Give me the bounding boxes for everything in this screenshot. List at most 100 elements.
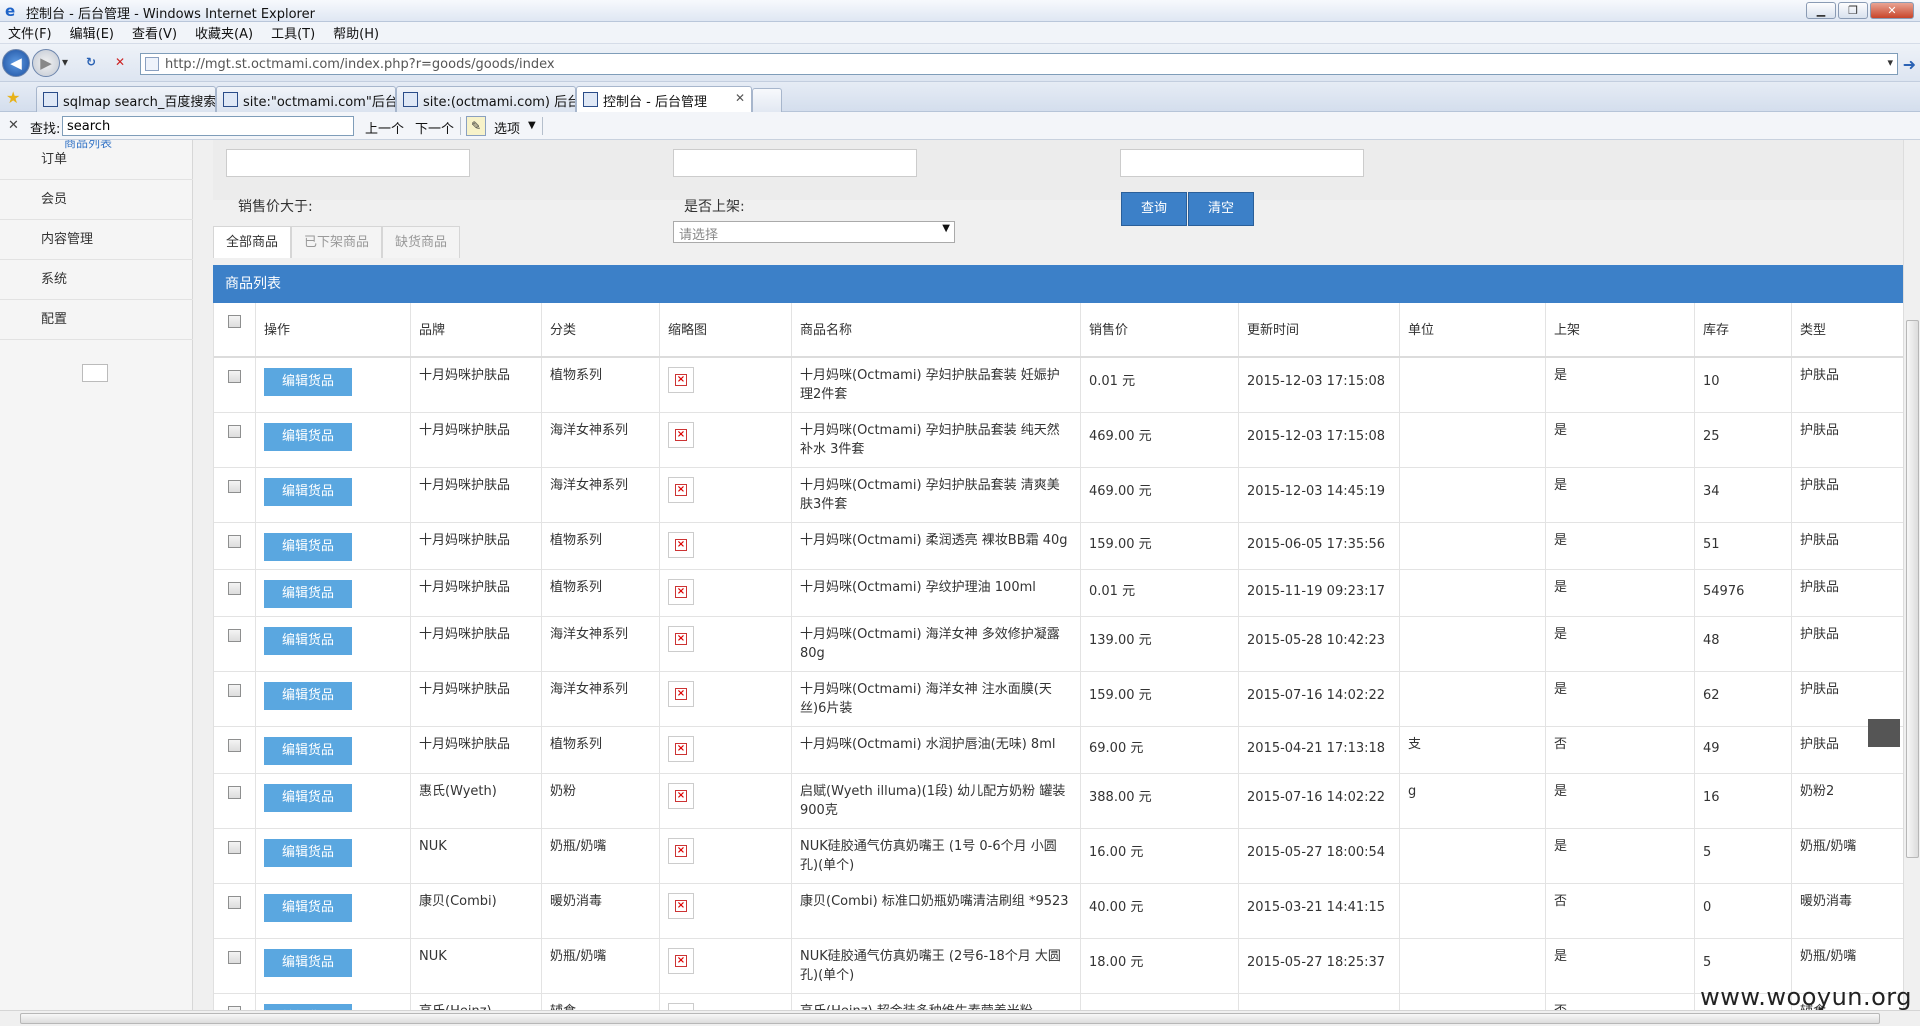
row-checkbox[interactable] (228, 425, 241, 438)
row-type: 护肤品 (1800, 368, 1840, 383)
row-checkbox[interactable] (228, 370, 241, 383)
clear-button[interactable]: 清空 (1188, 192, 1254, 226)
query-button[interactable]: 查询 (1121, 192, 1187, 226)
row-stock: 51 (1695, 523, 1792, 569)
table-row: 编辑货品 十月妈咪护肤品 海洋女神系列 × 十月妈咪(Octmami) 海洋女神 注水面… (214, 672, 1904, 727)
row-price: 18.00 元 (1081, 939, 1239, 993)
sidebar-item-content[interactable]: 内容管理 (0, 220, 193, 260)
edit-goods-button[interactable]: 编辑货品 (264, 894, 352, 922)
close-button[interactable]: ✕ (1870, 2, 1914, 19)
tab-site-search-1[interactable]: site:"octmami.com"后台_... (216, 86, 396, 112)
stop-icon[interactable]: ✕ (115, 55, 125, 69)
filter-input-3[interactable] (1120, 149, 1364, 177)
maximize-button[interactable]: ❐ (1838, 2, 1868, 19)
row-checkbox[interactable] (228, 786, 241, 799)
row-type: 护肤品 (1800, 533, 1840, 548)
menu-file[interactable]: 文件(F) (8, 23, 52, 42)
edit-goods-button[interactable]: 编辑货品 (264, 682, 352, 710)
menu-edit[interactable]: 编辑(E) (70, 23, 114, 42)
row-name: 亨氏(Heinz) 超金装多种维生素营养米粉 (792, 994, 1081, 1010)
address-dropdown-icon[interactable]: ▾ (1887, 56, 1893, 69)
edit-goods-button[interactable]: 编辑货品 (264, 949, 352, 977)
row-checkbox[interactable] (228, 896, 241, 909)
row-checkbox[interactable] (228, 480, 241, 493)
tab-label: site:"octmami.com"后台_... (243, 95, 395, 110)
address-input[interactable]: http://mgt.st.octmami.com/index.php?r=go… (140, 53, 1898, 75)
go-arrow-icon[interactable]: ➜ (1903, 55, 1916, 74)
find-options-button[interactable]: 选项 (494, 118, 520, 137)
edit-goods-button[interactable]: 编辑货品 (264, 784, 352, 812)
find-close-icon[interactable]: ✕ (8, 118, 19, 133)
vertical-scrollbar[interactable] (1903, 140, 1920, 1010)
forward-arrow-icon[interactable]: ▶ (32, 49, 60, 77)
edit-goods-button[interactable]: 编辑货品 (264, 368, 352, 396)
price-filter-label: 销售价大于: (238, 199, 313, 215)
tab-sqlmap[interactable]: sqlmap search_百度搜索 (36, 86, 216, 112)
tab-console-active[interactable]: 控制台 - 后台管理 ✕ (576, 86, 752, 112)
row-price: 159.00 元 (1081, 672, 1239, 726)
vertical-scroll-thumb[interactable] (1906, 320, 1919, 858)
row-checkbox[interactable] (228, 535, 241, 548)
edit-goods-button[interactable]: 编辑货品 (264, 423, 352, 451)
find-prev-button[interactable]: 上一个 (365, 118, 404, 137)
edit-goods-button[interactable]: 编辑货品 (264, 478, 352, 506)
row-update-time: 2015-11-19 09:23:17 (1239, 570, 1400, 616)
filter-input-2[interactable] (673, 149, 917, 177)
history-dropdown-icon[interactable]: ▾ (62, 55, 68, 69)
edit-goods-button[interactable]: 编辑货品 (264, 627, 352, 655)
row-checkbox[interactable] (228, 629, 241, 642)
sidebar-item-system[interactable]: 系统 (0, 260, 193, 300)
address-url: http://mgt.st.octmami.com/index.php?r=go… (165, 57, 555, 72)
options-dropdown-icon[interactable]: ▼ (528, 120, 536, 131)
new-tab-button[interactable] (752, 88, 782, 112)
row-checkbox[interactable] (228, 684, 241, 697)
tab-all-goods[interactable]: 全部商品 (213, 226, 292, 258)
row-checkbox[interactable] (228, 739, 241, 752)
menu-tools[interactable]: 工具(T) (271, 23, 315, 42)
tab-offshelf-goods[interactable]: 已下架商品 (291, 226, 383, 258)
favorites-star-icon[interactable]: ★ (6, 88, 20, 107)
menu-help[interactable]: 帮助(H) (333, 23, 379, 42)
horizontal-scroll-thumb[interactable] (20, 1013, 1880, 1024)
edit-goods-button[interactable]: 编辑货品 (264, 580, 352, 608)
sidebar-collapse-box[interactable] (82, 364, 108, 382)
find-input[interactable] (62, 116, 354, 136)
minimize-button[interactable]: ▁ (1806, 2, 1836, 19)
table-row: 编辑货品亨氏(Heinz)辅食 × 亨氏(Heinz) 超金装多种维生素营养米粉35… (214, 994, 1904, 1010)
menu-favorites[interactable]: 收藏夹(A) (195, 23, 253, 42)
highlight-pen-icon[interactable]: ✎ (466, 116, 486, 136)
shelf-select[interactable]: 请选择 ▼ (673, 221, 955, 243)
row-thumbnail-cell: × (660, 939, 792, 993)
sidebar-item-orders[interactable]: 订单 (0, 140, 193, 180)
row-checkbox[interactable] (228, 951, 241, 964)
filter-input-1[interactable] (226, 149, 470, 177)
floating-widget[interactable] (1868, 719, 1900, 747)
horizontal-scrollbar[interactable] (0, 1010, 1920, 1026)
row-checkbox[interactable] (228, 582, 241, 595)
edit-goods-button[interactable]: 编辑货品 (264, 737, 352, 765)
row-thumbnail-cell: × (660, 829, 792, 883)
row-checkbox-cell (214, 672, 256, 726)
row-update-time: 2015-12-03 17:15:08 (1239, 358, 1400, 412)
edit-goods-button[interactable]: 编辑货品 (264, 839, 352, 867)
row-category: 植物系列 (542, 358, 660, 412)
find-next-button[interactable]: 下一个 (415, 118, 454, 137)
refresh-icon[interactable]: ↻ (86, 55, 96, 69)
row-on-shelf: 是 (1546, 617, 1695, 671)
broken-image-icon: × (668, 893, 694, 919)
row-action-cell: 编辑货品 (256, 829, 411, 883)
menu-view[interactable]: 查看(V) (132, 23, 177, 42)
tab-site-search-2[interactable]: site:(octmami.com) 后台... (396, 86, 576, 112)
tab-outofstock-goods[interactable]: 缺货商品 (382, 226, 461, 258)
row-checkbox[interactable] (228, 841, 241, 854)
sidebar-item-config[interactable]: 配置 (0, 300, 193, 340)
edit-goods-button[interactable]: 编辑货品 (264, 533, 352, 561)
broken-image-icon: × (668, 783, 694, 809)
sidebar-item-members[interactable]: 会员 (0, 180, 193, 220)
row-thumbnail-cell: × (660, 994, 792, 1010)
select-all-checkbox[interactable] (228, 315, 241, 328)
row-stock: 54976 (1695, 570, 1792, 616)
back-arrow-icon[interactable]: ◀ (2, 49, 30, 77)
row-category: 辅食 (542, 994, 660, 1010)
tab-close-icon[interactable]: ✕ (735, 91, 745, 105)
